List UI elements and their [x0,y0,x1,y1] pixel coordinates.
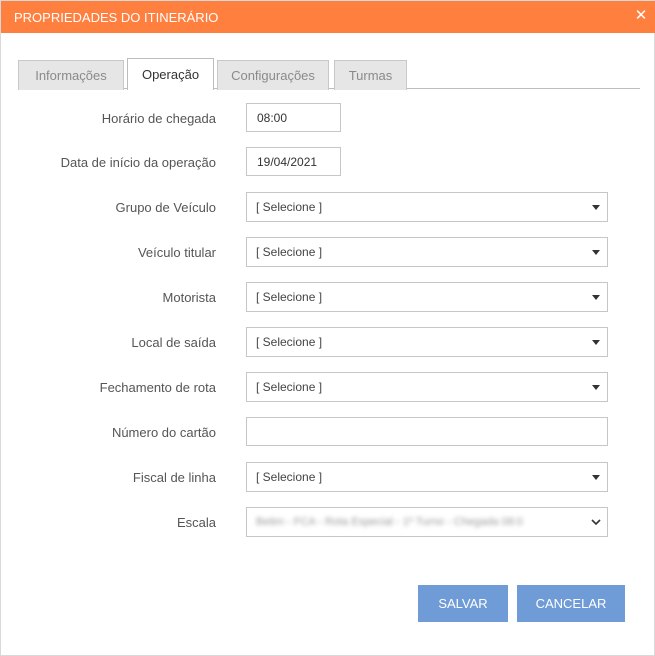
chevron-down-icon [591,519,601,526]
driver-select[interactable]: [ Selecione ] [246,282,608,312]
departure-place-value: [ Selecione ] [256,335,323,349]
start-date-label: Data de início da operação [60,154,216,170]
vehicle-value: [ Selecione ] [256,245,323,259]
tab-configuracoes[interactable]: Configurações [217,60,329,90]
arrival-time-row: Horário de chegada 08:00 [1,103,655,133]
departure-place-select[interactable]: [ Selecione ] [246,327,608,357]
arrival-time-input[interactable]: 08:00 [246,103,341,132]
route-closing-label: Fechamento de rota [99,379,216,395]
tab-informacoes[interactable]: Informações [18,60,124,90]
caret-down-icon [592,250,600,255]
departure-place-label: Local de saída [131,334,216,350]
vehicle-row: Veículo titular [ Selecione ] [1,237,655,267]
start-date-row: Data de início da operação 19/04/2021 [1,147,655,177]
vehicle-select[interactable]: [ Selecione ] [246,237,608,267]
card-number-label: Número do cartão [111,424,216,440]
driver-row: Motorista [ Selecione ] [1,282,655,312]
driver-label: Motorista [162,289,216,305]
route-closing-select[interactable]: [ Selecione ] [246,372,608,402]
cancel-button[interactable]: CANCELAR [517,585,625,622]
vehicle-group-value: [ Selecione ] [256,200,323,214]
vehicle-group-label: Grupo de Veículo [115,199,216,215]
vehicle-group-select[interactable]: [ Selecione ] [246,192,608,222]
schedule-value: Betim - FCA - Rota Especial - 1º Turno -… [256,516,523,528]
route-closing-value: [ Selecione ] [256,380,323,394]
inspector-label: Fiscal de linha [132,469,216,485]
inspector-row: Fiscal de linha [ Selecione ] [1,462,655,492]
tab-turmas[interactable]: Turmas [334,60,407,90]
schedule-row: Escala Betim - FCA - Rota Especial - 1º … [1,507,655,537]
inspector-select[interactable]: [ Selecione ] [246,462,608,492]
close-icon[interactable]: ✕ [634,8,648,23]
start-date-input[interactable]: 19/04/2021 [246,147,341,176]
caret-down-icon [592,385,600,390]
itinerary-properties-dialog: PROPRIEDADES DO ITINERÁRIO ✕ Informações… [0,0,655,656]
caret-down-icon [592,340,600,345]
caret-down-icon [592,295,600,300]
tab-bar: Informações Operação Configurações Turma… [18,58,640,90]
arrival-time-label: Horário de chegada [101,110,216,126]
card-number-input[interactable] [246,417,608,446]
dialog-titlebar: PROPRIEDADES DO ITINERÁRIO ✕ [1,1,655,33]
save-button[interactable]: SALVAR [418,585,508,622]
driver-value: [ Selecione ] [256,290,323,304]
departure-place-row: Local de saída [ Selecione ] [1,327,655,357]
caret-down-icon [592,475,600,480]
vehicle-group-row: Grupo de Veículo [ Selecione ] [1,192,655,222]
inspector-value: [ Selecione ] [256,470,323,484]
dialog-title: PROPRIEDADES DO ITINERÁRIO [14,9,219,25]
schedule-select[interactable]: Betim - FCA - Rota Especial - 1º Turno -… [246,507,608,537]
schedule-label: Escala [176,514,216,530]
tab-operacao[interactable]: Operação [127,58,214,90]
card-number-row: Número do cartão [1,417,655,447]
route-closing-row: Fechamento de rota [ Selecione ] [1,372,655,402]
caret-down-icon [592,205,600,210]
vehicle-label: Veículo titular [137,244,216,260]
